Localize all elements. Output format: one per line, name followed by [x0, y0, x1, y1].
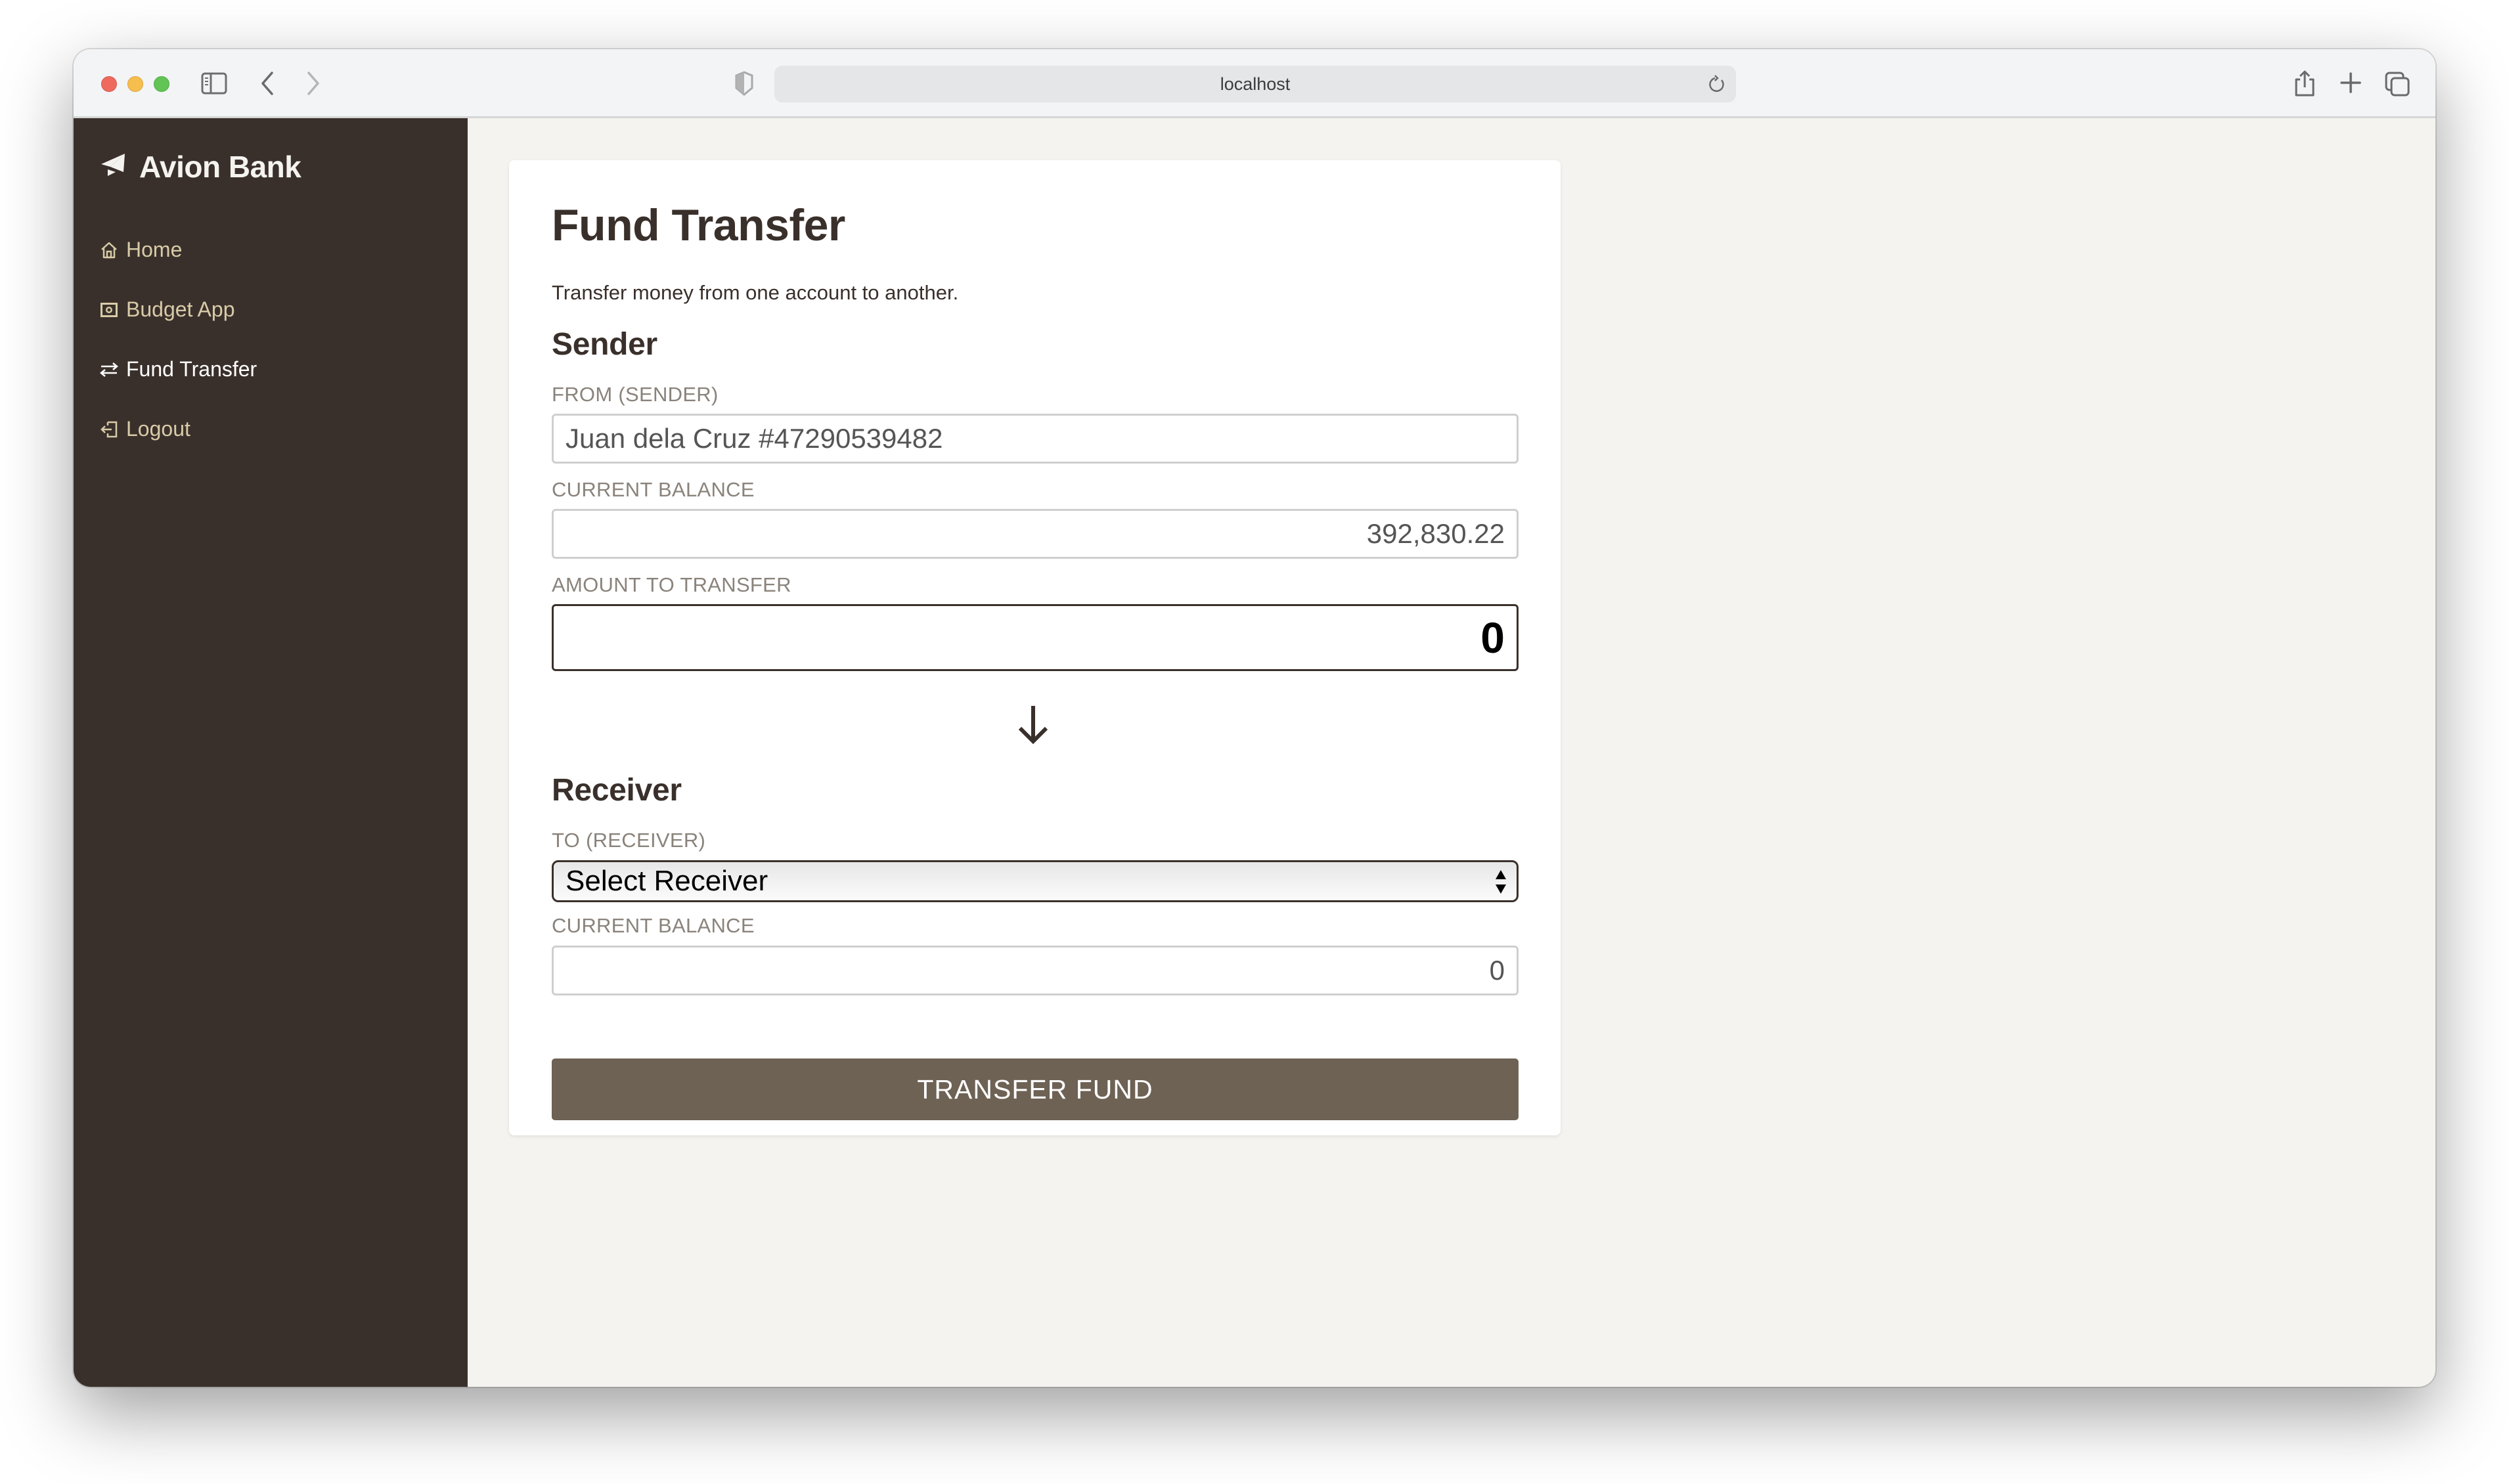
- receiver-select-value: Select Receiver: [566, 865, 768, 897]
- receiver-select[interactable]: Select Receiver: [552, 860, 1519, 902]
- minimize-window-button[interactable]: [127, 76, 143, 92]
- shield-icon[interactable]: [734, 71, 754, 96]
- sender-balance-label: CURRENT BALANCE: [552, 478, 755, 501]
- chevron-left-icon[interactable]: [257, 70, 277, 97]
- share-icon[interactable]: [2292, 69, 2317, 98]
- receiver-balance-label: CURRENT BALANCE: [552, 914, 755, 937]
- receiver-heading: Receiver: [552, 773, 682, 808]
- sidebar-toggle-icon[interactable]: [201, 72, 227, 95]
- address-bar[interactable]: localhost: [774, 66, 1736, 102]
- from-sender-field[interactable]: [552, 414, 1519, 464]
- fund-transfer-card: Fund Transfer Transfer money from one ac…: [509, 160, 1561, 1135]
- browser-toolbar: localhost: [74, 49, 2435, 118]
- amount-label: AMOUNT TO TRANSFER: [552, 573, 791, 596]
- brand-logo[interactable]: Avion Bank: [100, 149, 301, 185]
- tabs-icon[interactable]: [2384, 71, 2410, 97]
- reload-icon[interactable]: [1707, 74, 1727, 95]
- maximize-window-button[interactable]: [154, 76, 169, 92]
- brand-name: Avion Bank: [139, 150, 301, 184]
- transfer-arrows-icon: [100, 362, 118, 378]
- sidebar: Avion Bank Home Budget App Fund Transfer: [74, 118, 468, 1387]
- url-text: localhost: [1220, 74, 1291, 94]
- sender-heading: Sender: [552, 327, 657, 362]
- sidebar-item-label: Budget App: [126, 297, 235, 321]
- home-icon: [100, 241, 118, 259]
- paper-plane-icon: [100, 152, 126, 182]
- plus-icon[interactable]: [2340, 72, 2362, 94]
- sidebar-item-fund-transfer[interactable]: Fund Transfer: [100, 357, 257, 382]
- receiver-balance-field[interactable]: [552, 946, 1519, 995]
- money-icon: [100, 302, 118, 318]
- chevron-right-icon[interactable]: [303, 70, 323, 97]
- transfer-fund-button[interactable]: TRANSFER FUND: [552, 1058, 1519, 1120]
- sidebar-item-budget-app[interactable]: Budget App: [100, 297, 234, 322]
- amount-to-transfer-input[interactable]: [552, 604, 1519, 671]
- close-window-button[interactable]: [101, 76, 117, 92]
- browser-window: localhost Avion Bank Home Budget App Fun…: [74, 49, 2435, 1387]
- to-receiver-label: TO (RECEIVER): [552, 829, 706, 852]
- select-arrows-icon: [1493, 867, 1509, 896]
- from-sender-label: FROM (SENDER): [552, 383, 719, 406]
- logout-icon: [100, 420, 118, 439]
- sidebar-item-home[interactable]: Home: [100, 238, 182, 262]
- arrow-down-icon: [1015, 703, 1052, 745]
- sidebar-item-label: Home: [126, 238, 183, 261]
- sidebar-item-label: Logout: [126, 417, 190, 441]
- sidebar-item-label: Fund Transfer: [126, 357, 257, 381]
- page-title: Fund Transfer: [552, 200, 845, 250]
- sidebar-item-logout[interactable]: Logout: [100, 417, 190, 441]
- page-description: Transfer money from one account to anoth…: [552, 281, 959, 304]
- sender-balance-field[interactable]: [552, 509, 1519, 559]
